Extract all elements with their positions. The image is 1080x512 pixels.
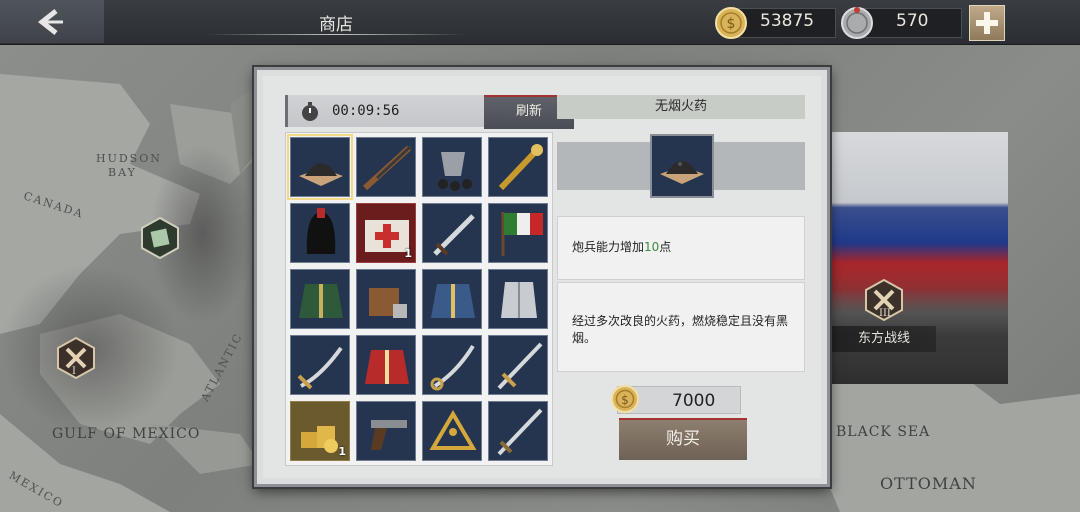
shop-item-blue-uniform[interactable]: [422, 269, 482, 329]
shop-panel-inner: 00:09:56 刷新 11 无烟火药 炮兵能力增加10点 经过多次改良的火药，…: [263, 76, 821, 478]
shop-item-sabre[interactable]: [422, 335, 482, 395]
eastern-front-label: 东方战线: [832, 326, 936, 352]
red-coat-icon: [365, 350, 409, 384]
shop-item-flag[interactable]: [488, 203, 548, 263]
timer-countdown: 00:09:56: [332, 103, 400, 119]
top-bar: 商店 $ 53875 570: [0, 0, 1080, 45]
shop-item-ammo-crate[interactable]: [356, 269, 416, 329]
back-button[interactable]: [0, 0, 104, 43]
rifle-icon: [362, 144, 413, 191]
svg-text:$: $: [727, 16, 736, 32]
gold-amount: 53875: [760, 11, 815, 31]
cuirass-icon: [501, 282, 537, 318]
item-quantity: 1: [404, 247, 412, 260]
back-arrow-icon: [37, 9, 63, 35]
gold-coin-icon: $: [611, 385, 639, 413]
effect-prefix: 炮兵能力增加: [572, 240, 645, 254]
shop-item-cuirass[interactable]: [488, 269, 548, 329]
item-effect-box: 炮兵能力增加10点: [557, 216, 805, 280]
effect-value: 10: [644, 240, 660, 254]
shop-item-cannonballs[interactable]: [422, 137, 482, 197]
campaign-badge-3[interactable]: III: [864, 278, 904, 322]
item-detail-title: 无烟火药: [557, 95, 805, 119]
map-label-ottoman: OTTOMAN: [880, 474, 977, 493]
item-description-box: 经过多次改良的火药，燃烧稳定且没有黑烟。: [557, 282, 805, 372]
shop-item-baton[interactable]: [488, 137, 548, 197]
gold-coin-icon: $: [715, 7, 747, 39]
item-grid: 11: [285, 132, 553, 466]
item-description: 经过多次改良的火药，燃烧稳定且没有黑烟。: [572, 314, 789, 345]
refresh-timer: 00:09:56 刷新: [285, 95, 574, 129]
marshal-baton-icon: [498, 144, 543, 191]
dagger-icon: [433, 214, 475, 256]
price-box: $ 7000: [611, 385, 741, 414]
busby-hat-icon: [306, 208, 336, 254]
map-label-bay: BAY: [108, 166, 137, 179]
crossed-cannons-icon: [57, 336, 95, 380]
hex-badge-icon: [141, 216, 179, 260]
svg-text:$: $: [621, 393, 629, 407]
shop-item-dagger[interactable]: [422, 203, 482, 263]
shop-item-sextant[interactable]: [422, 401, 482, 461]
silver-coin-icon: [841, 7, 873, 39]
silver-amount: 570: [896, 11, 929, 31]
shop-item-busby-hat[interactable]: [290, 203, 350, 263]
powder-pile-icon: [660, 161, 704, 184]
item-effect-text: 炮兵能力增加10点: [572, 238, 671, 255]
item-price: 7000: [672, 391, 716, 411]
map-label-black-sea: BLACK SEA: [836, 424, 931, 440]
effect-suffix: 点: [659, 240, 672, 254]
badge-numeral: III: [879, 308, 891, 319]
powder-pile-icon: [299, 163, 343, 186]
cavalry-silhouette: [828, 264, 1008, 384]
shop-panel: 00:09:56 刷新 11 无烟火药 炮兵能力增加10点 经过多次改良的火药，…: [254, 67, 830, 487]
shop-item-rifle[interactable]: [356, 137, 416, 197]
title-area: 商店: [206, 0, 466, 43]
badge-numeral: I: [72, 366, 76, 377]
ammo-crate-icon: [369, 288, 407, 318]
scimitar-icon: [297, 346, 343, 390]
shop-item-sword[interactable]: [488, 401, 548, 461]
shop-item-red-coat[interactable]: [356, 335, 416, 395]
shop-item-smokeless-powder[interactable]: [287, 134, 353, 200]
campaign-badge-1[interactable]: I: [56, 336, 96, 380]
title-underline: [206, 34, 466, 35]
flag-icon: [501, 212, 543, 256]
shop-item-scimitar[interactable]: [290, 335, 350, 395]
buy-button[interactable]: 购买: [619, 418, 747, 460]
shop-item-revolver[interactable]: [356, 401, 416, 461]
shop-item-green-uniform[interactable]: [290, 269, 350, 329]
bucket-cannonballs-icon: [438, 152, 472, 191]
shop-item-long-sword[interactable]: [488, 335, 548, 395]
revolver-icon: [371, 420, 407, 450]
page-title: 商店: [319, 15, 353, 35]
plus-icon: [976, 12, 998, 34]
shop-item-medical-kit[interactable]: 1: [356, 203, 416, 263]
item-detail-icon-frame: [650, 134, 714, 198]
stopwatch-icon: [302, 102, 318, 121]
shop-item-gold-coins[interactable]: 1: [290, 401, 350, 461]
campaign-badge-green[interactable]: [140, 216, 180, 260]
item-quantity: 1: [338, 445, 346, 458]
sextant-icon: [429, 410, 477, 450]
green-uniform-icon: [299, 284, 343, 318]
sabre-icon: [430, 344, 475, 391]
blue-uniform-icon: [431, 284, 475, 318]
sword-icon: [497, 408, 543, 456]
long-sword-icon: [497, 342, 543, 390]
add-currency-button[interactable]: [969, 5, 1005, 41]
